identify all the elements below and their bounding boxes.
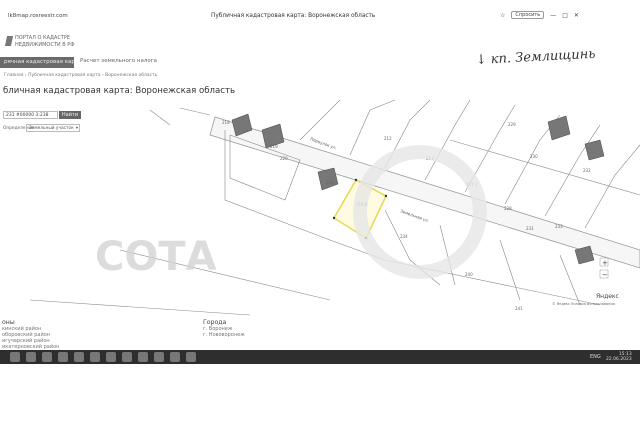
city-link[interactable]: г. Нововоронеж	[203, 332, 245, 338]
find-button[interactable]: Найти	[59, 111, 81, 119]
cadastral-map[interactable]: Переулок ул. Земельная ул. 218 219 220 2…	[0, 100, 640, 317]
yandex-terms[interactable]: © Яндекс Условия использования	[552, 302, 615, 306]
chevron-down-icon: ▾	[75, 126, 78, 131]
yandex-logo: Яндекс	[596, 293, 619, 300]
lot-lines	[29, 100, 640, 316]
minimize-icon[interactable]: —	[550, 12, 556, 19]
explorer-icon[interactable]	[42, 352, 52, 362]
zoom-in-label: +	[602, 259, 608, 267]
clock[interactable]: 15:13 22.06.2023	[606, 352, 632, 362]
star-icon[interactable]: ☆	[500, 12, 505, 19]
street-label-2: Земельная ул.	[400, 208, 430, 223]
music-icon[interactable]	[122, 352, 132, 362]
mail-icon[interactable]	[74, 352, 84, 362]
clock-date: 22.06.2023	[606, 357, 632, 362]
cities-heading: Города	[203, 319, 227, 326]
yandex-icon[interactable]	[186, 352, 196, 362]
logo-line1: ПОРТАЛ О КАДАСТРЕ	[15, 35, 71, 41]
districts-section: оны кинский район оборовский район игуча…	[2, 319, 59, 350]
site-logo[interactable]: ПОРТАЛ О КАДАСТРЕ НЕДВИЖИМОСТИ В РФ	[4, 33, 86, 53]
logo-line2: НЕДВИЖИМОСТИ В РФ	[15, 42, 75, 48]
handwritten-note: ↓ кп. Землищинь	[475, 47, 595, 68]
lot-number: 240	[465, 272, 473, 277]
store-icon[interactable]	[90, 352, 100, 362]
tab-cadastral-map[interactable]: рячная кадастровая карта	[0, 57, 74, 68]
handwritten-text: ↓ кп. Землищинь	[475, 47, 595, 68]
tab-land-tax[interactable]: Расчет земельного налога	[80, 58, 157, 64]
word-icon[interactable]	[154, 352, 164, 362]
lot-number: 218	[222, 120, 230, 125]
taskbar-apps	[10, 352, 196, 362]
zoom-out-label: −	[602, 271, 608, 279]
districts-heading: оны	[2, 319, 15, 326]
lot-number: 219	[270, 144, 278, 149]
lot-number: 232	[583, 168, 591, 173]
lot-number: 228	[504, 206, 512, 211]
window-controls: ☆ Спросить — □ ✕	[500, 11, 579, 19]
search-icon[interactable]	[26, 352, 36, 362]
browser-icon[interactable]	[58, 352, 68, 362]
lot-number: 231	[526, 226, 534, 231]
logo-mark-icon	[4, 36, 14, 46]
search-input[interactable]: 231 #00000 3:238	[3, 111, 58, 119]
language-indicator[interactable]: ENG	[590, 354, 601, 360]
ask-button[interactable]: Спросить	[511, 11, 545, 19]
start-icon[interactable]	[10, 352, 20, 362]
lot-number: 212	[384, 136, 392, 141]
settings-icon[interactable]	[106, 352, 116, 362]
maximize-icon[interactable]: □	[562, 12, 568, 19]
cities-section: Города г. Воронеж г. Нововоронеж	[203, 319, 245, 338]
photo-icon[interactable]	[138, 352, 148, 362]
select-value: Земельный участок	[29, 126, 74, 131]
zoom-controls[interactable]: + −	[599, 257, 609, 279]
lot-number: 221	[326, 180, 334, 185]
lot-number: 220	[280, 156, 288, 161]
lot-number: 241	[515, 306, 523, 311]
excel-icon[interactable]	[170, 352, 180, 362]
object-type-select[interactable]: Земельный участок ▾	[26, 124, 80, 132]
lot-number: 230	[530, 154, 538, 159]
watermark: СОТА	[95, 234, 217, 280]
window-title: Публичная кадастровая карта: Воронежская…	[211, 13, 376, 19]
lot-number: 229	[508, 122, 516, 127]
breadcrumb[interactable]: Главная › Публичная кадастровая карта › …	[4, 73, 157, 78]
lot-number: 234	[400, 234, 408, 239]
close-icon[interactable]: ✕	[574, 12, 579, 19]
page-title: бличная кадастровая карта: Воронежская о…	[3, 86, 236, 96]
address-bar[interactable]: lk8map.rosreestr.com	[8, 13, 68, 19]
lot-number: 233	[555, 224, 563, 229]
